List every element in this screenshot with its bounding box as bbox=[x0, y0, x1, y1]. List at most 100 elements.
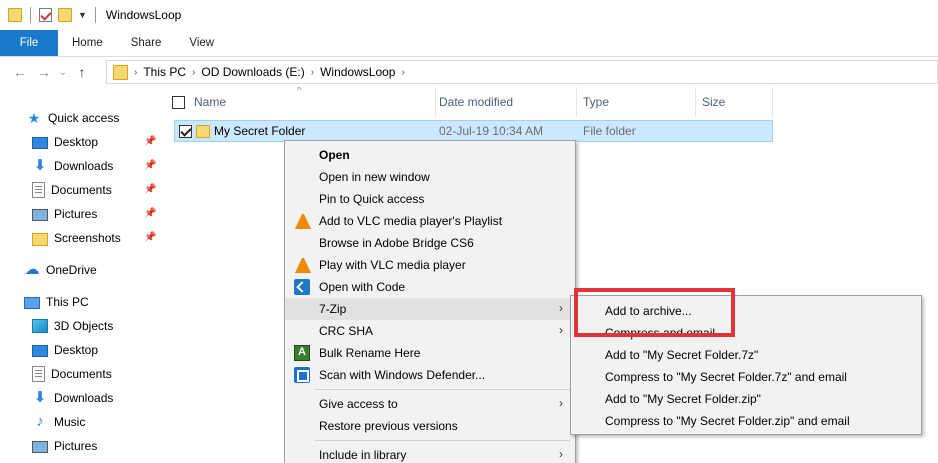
menu-item-vlc-playlist[interactable]: Add to VLC media player's Playlist bbox=[285, 210, 575, 232]
menu-item-give-access[interactable]: Give access to › bbox=[285, 393, 575, 415]
menu-item-restore-versions[interactable]: Restore previous versions bbox=[285, 415, 575, 437]
navigation-bar: ← → ⌄ ↑ › This PC › OD Downloads (E:) › … bbox=[0, 57, 938, 87]
sidebar-item-label: Screenshots bbox=[54, 231, 121, 245]
tab-view[interactable]: View bbox=[175, 30, 228, 56]
menu-item-label: Open in new window bbox=[319, 170, 430, 184]
sidebar-item-onedrive[interactable]: ☁ OneDrive bbox=[24, 259, 184, 281]
forward-arrow-icon[interactable]: → bbox=[32, 64, 56, 80]
cube-icon bbox=[32, 319, 48, 333]
submenu-item-label: Compress to "My Secret Folder.7z" and em… bbox=[605, 370, 847, 384]
chevron-right-icon: › bbox=[559, 447, 563, 461]
breadcrumb-current-folder[interactable]: WindowsLoop bbox=[320, 65, 395, 79]
menu-item-include-library[interactable]: Include in library › bbox=[285, 444, 575, 463]
tab-share[interactable]: Share bbox=[117, 30, 176, 56]
desktop-icon bbox=[32, 137, 48, 149]
menu-item-bulk-rename[interactable]: Bulk Rename Here bbox=[285, 342, 575, 364]
submenu-item-add-7z[interactable]: Add to "My Secret Folder.7z" bbox=[571, 344, 921, 366]
sidebar-item-pictures[interactable]: Pictures bbox=[32, 203, 192, 225]
recent-locations-chevron-down-icon[interactable]: ⌄ bbox=[56, 67, 70, 78]
submenu-item-label: Add to "My Secret Folder.zip" bbox=[605, 392, 761, 406]
folder-icon bbox=[196, 125, 210, 138]
sidebar-item-this-pc[interactable]: This PC bbox=[24, 291, 184, 313]
pin-icon: 📌 bbox=[144, 160, 157, 171]
title-bar: ▼ WindowsLoop bbox=[0, 0, 938, 30]
sidebar-item-label: Desktop bbox=[54, 343, 99, 357]
folder-icon bbox=[113, 64, 128, 80]
breadcrumb-chevron-right-icon[interactable]: › bbox=[311, 67, 314, 78]
menu-item-open-new-window[interactable]: Open in new window bbox=[285, 166, 575, 188]
menu-item-label: 7-Zip bbox=[319, 302, 347, 316]
document-icon bbox=[32, 182, 45, 198]
desktop-icon bbox=[32, 345, 48, 357]
menu-item-7zip[interactable]: 7-Zip › bbox=[285, 298, 575, 320]
back-arrow-icon[interactable]: ← bbox=[8, 64, 32, 80]
chevron-right-icon: › bbox=[559, 396, 563, 410]
sidebar-item-3d-objects[interactable]: 3D Objects bbox=[32, 315, 192, 337]
submenu-item-compress-zip-email[interactable]: Compress to "My Secret Folder.zip" and e… bbox=[571, 410, 921, 432]
select-all-checkbox[interactable] bbox=[172, 95, 185, 109]
cloud-icon: ☁ bbox=[24, 261, 40, 278]
sidebar-item-label: OneDrive bbox=[46, 263, 97, 277]
properties-icon[interactable] bbox=[39, 8, 52, 22]
breadcrumb-drive[interactable]: OD Downloads (E:) bbox=[201, 65, 304, 79]
pictures-icon bbox=[32, 209, 48, 221]
submenu-item-add-zip[interactable]: Add to "My Secret Folder.zip" bbox=[571, 388, 921, 410]
submenu-item-compress-7z-email[interactable]: Compress to "My Secret Folder.7z" and em… bbox=[571, 366, 921, 388]
breadcrumb-chevron-right-icon[interactable]: › bbox=[134, 67, 137, 78]
download-arrow-icon: ⬇ bbox=[33, 389, 47, 406]
sidebar-item-downloads[interactable]: ⬇ Downloads bbox=[32, 155, 192, 177]
sidebar-item-screenshots[interactable]: Screenshots bbox=[32, 227, 192, 249]
vlc-cone-icon bbox=[295, 257, 311, 273]
sidebar-item-pc-pictures[interactable]: Pictures bbox=[32, 435, 192, 457]
sidebar-item-label: This PC bbox=[46, 295, 89, 309]
file-row-selected[interactable]: My Secret Folder 02-Jul-19 10:34 AM File… bbox=[174, 120, 773, 142]
sidebar-item-pc-desktop[interactable]: Desktop bbox=[32, 339, 192, 361]
menu-item-crc-sha[interactable]: CRC SHA › bbox=[285, 320, 575, 342]
chevron-right-icon: › bbox=[559, 323, 563, 337]
menu-item-vlc-play[interactable]: Play with VLC media player bbox=[285, 254, 575, 276]
column-header-label: Date modified bbox=[439, 95, 514, 109]
menu-item-windows-defender[interactable]: Scan with Windows Defender... bbox=[285, 364, 575, 386]
menu-item-label: Open bbox=[319, 148, 350, 162]
download-arrow-icon: ⬇ bbox=[33, 157, 47, 174]
menu-item-label: Pin to Quick access bbox=[319, 192, 425, 206]
sidebar-item-documents[interactable]: Documents bbox=[32, 179, 192, 201]
breadcrumb-this-pc[interactable]: This PC bbox=[143, 65, 186, 79]
new-folder-icon[interactable] bbox=[58, 8, 72, 22]
address-bar[interactable]: › This PC › OD Downloads (E:) › WindowsL… bbox=[106, 60, 938, 84]
sidebar-item-label: Pictures bbox=[54, 439, 98, 453]
column-header-size[interactable]: Size bbox=[696, 87, 773, 117]
breadcrumb-chevron-right-icon[interactable]: › bbox=[401, 67, 404, 78]
submenu-item-label: Add to "My Secret Folder.7z" bbox=[605, 348, 759, 362]
sidebar-item-pc-documents[interactable]: Documents bbox=[32, 363, 192, 385]
tab-file[interactable]: File bbox=[0, 30, 58, 56]
column-header-label: Size bbox=[702, 95, 726, 109]
menu-item-label: Bulk Rename Here bbox=[319, 346, 421, 360]
row-checkbox[interactable] bbox=[179, 125, 192, 138]
chevron-right-icon: › bbox=[559, 301, 563, 315]
tab-home[interactable]: Home bbox=[58, 30, 117, 56]
column-header-type[interactable]: Type bbox=[577, 87, 696, 117]
sidebar-item-desktop[interactable]: Desktop bbox=[32, 131, 192, 153]
sidebar-item-music[interactable]: ♪ Music bbox=[32, 411, 192, 433]
menu-item-label: Browse in Adobe Bridge CS6 bbox=[319, 236, 474, 250]
quick-access-toolbar: ▼ bbox=[8, 7, 98, 23]
menu-item-adobe-bridge[interactable]: Browse in Adobe Bridge CS6 bbox=[285, 232, 575, 254]
column-header-date-modified[interactable]: Date modified bbox=[433, 87, 577, 117]
column-header-name[interactable]: Name bbox=[166, 87, 436, 117]
sidebar-item-label: Pictures bbox=[54, 207, 98, 221]
sidebar-item-label: Downloads bbox=[54, 159, 114, 173]
up-arrow-icon[interactable]: ↑ bbox=[70, 64, 94, 80]
breadcrumb-chevron-right-icon[interactable]: › bbox=[192, 67, 195, 78]
menu-item-open-with-code[interactable]: Open with Code bbox=[285, 276, 575, 298]
navigation-pane: ★ Quick access Desktop 📌 ⬇ Downloads 📌 D… bbox=[0, 87, 160, 463]
annotation-highlight-box bbox=[574, 288, 735, 337]
sidebar-item-pc-downloads[interactable]: ⬇ Downloads bbox=[32, 387, 192, 409]
menu-item-label: Give access to bbox=[319, 397, 398, 411]
menu-item-pin-quick-access[interactable]: Pin to Quick access bbox=[285, 188, 575, 210]
menu-item-open[interactable]: Open bbox=[285, 144, 575, 166]
menu-item-label: CRC SHA bbox=[319, 324, 374, 338]
ribbon-tabs: File Home Share View bbox=[0, 30, 938, 57]
customize-toolbar-chevron-down-icon[interactable]: ▼ bbox=[78, 10, 87, 20]
vlc-cone-icon bbox=[295, 213, 311, 229]
